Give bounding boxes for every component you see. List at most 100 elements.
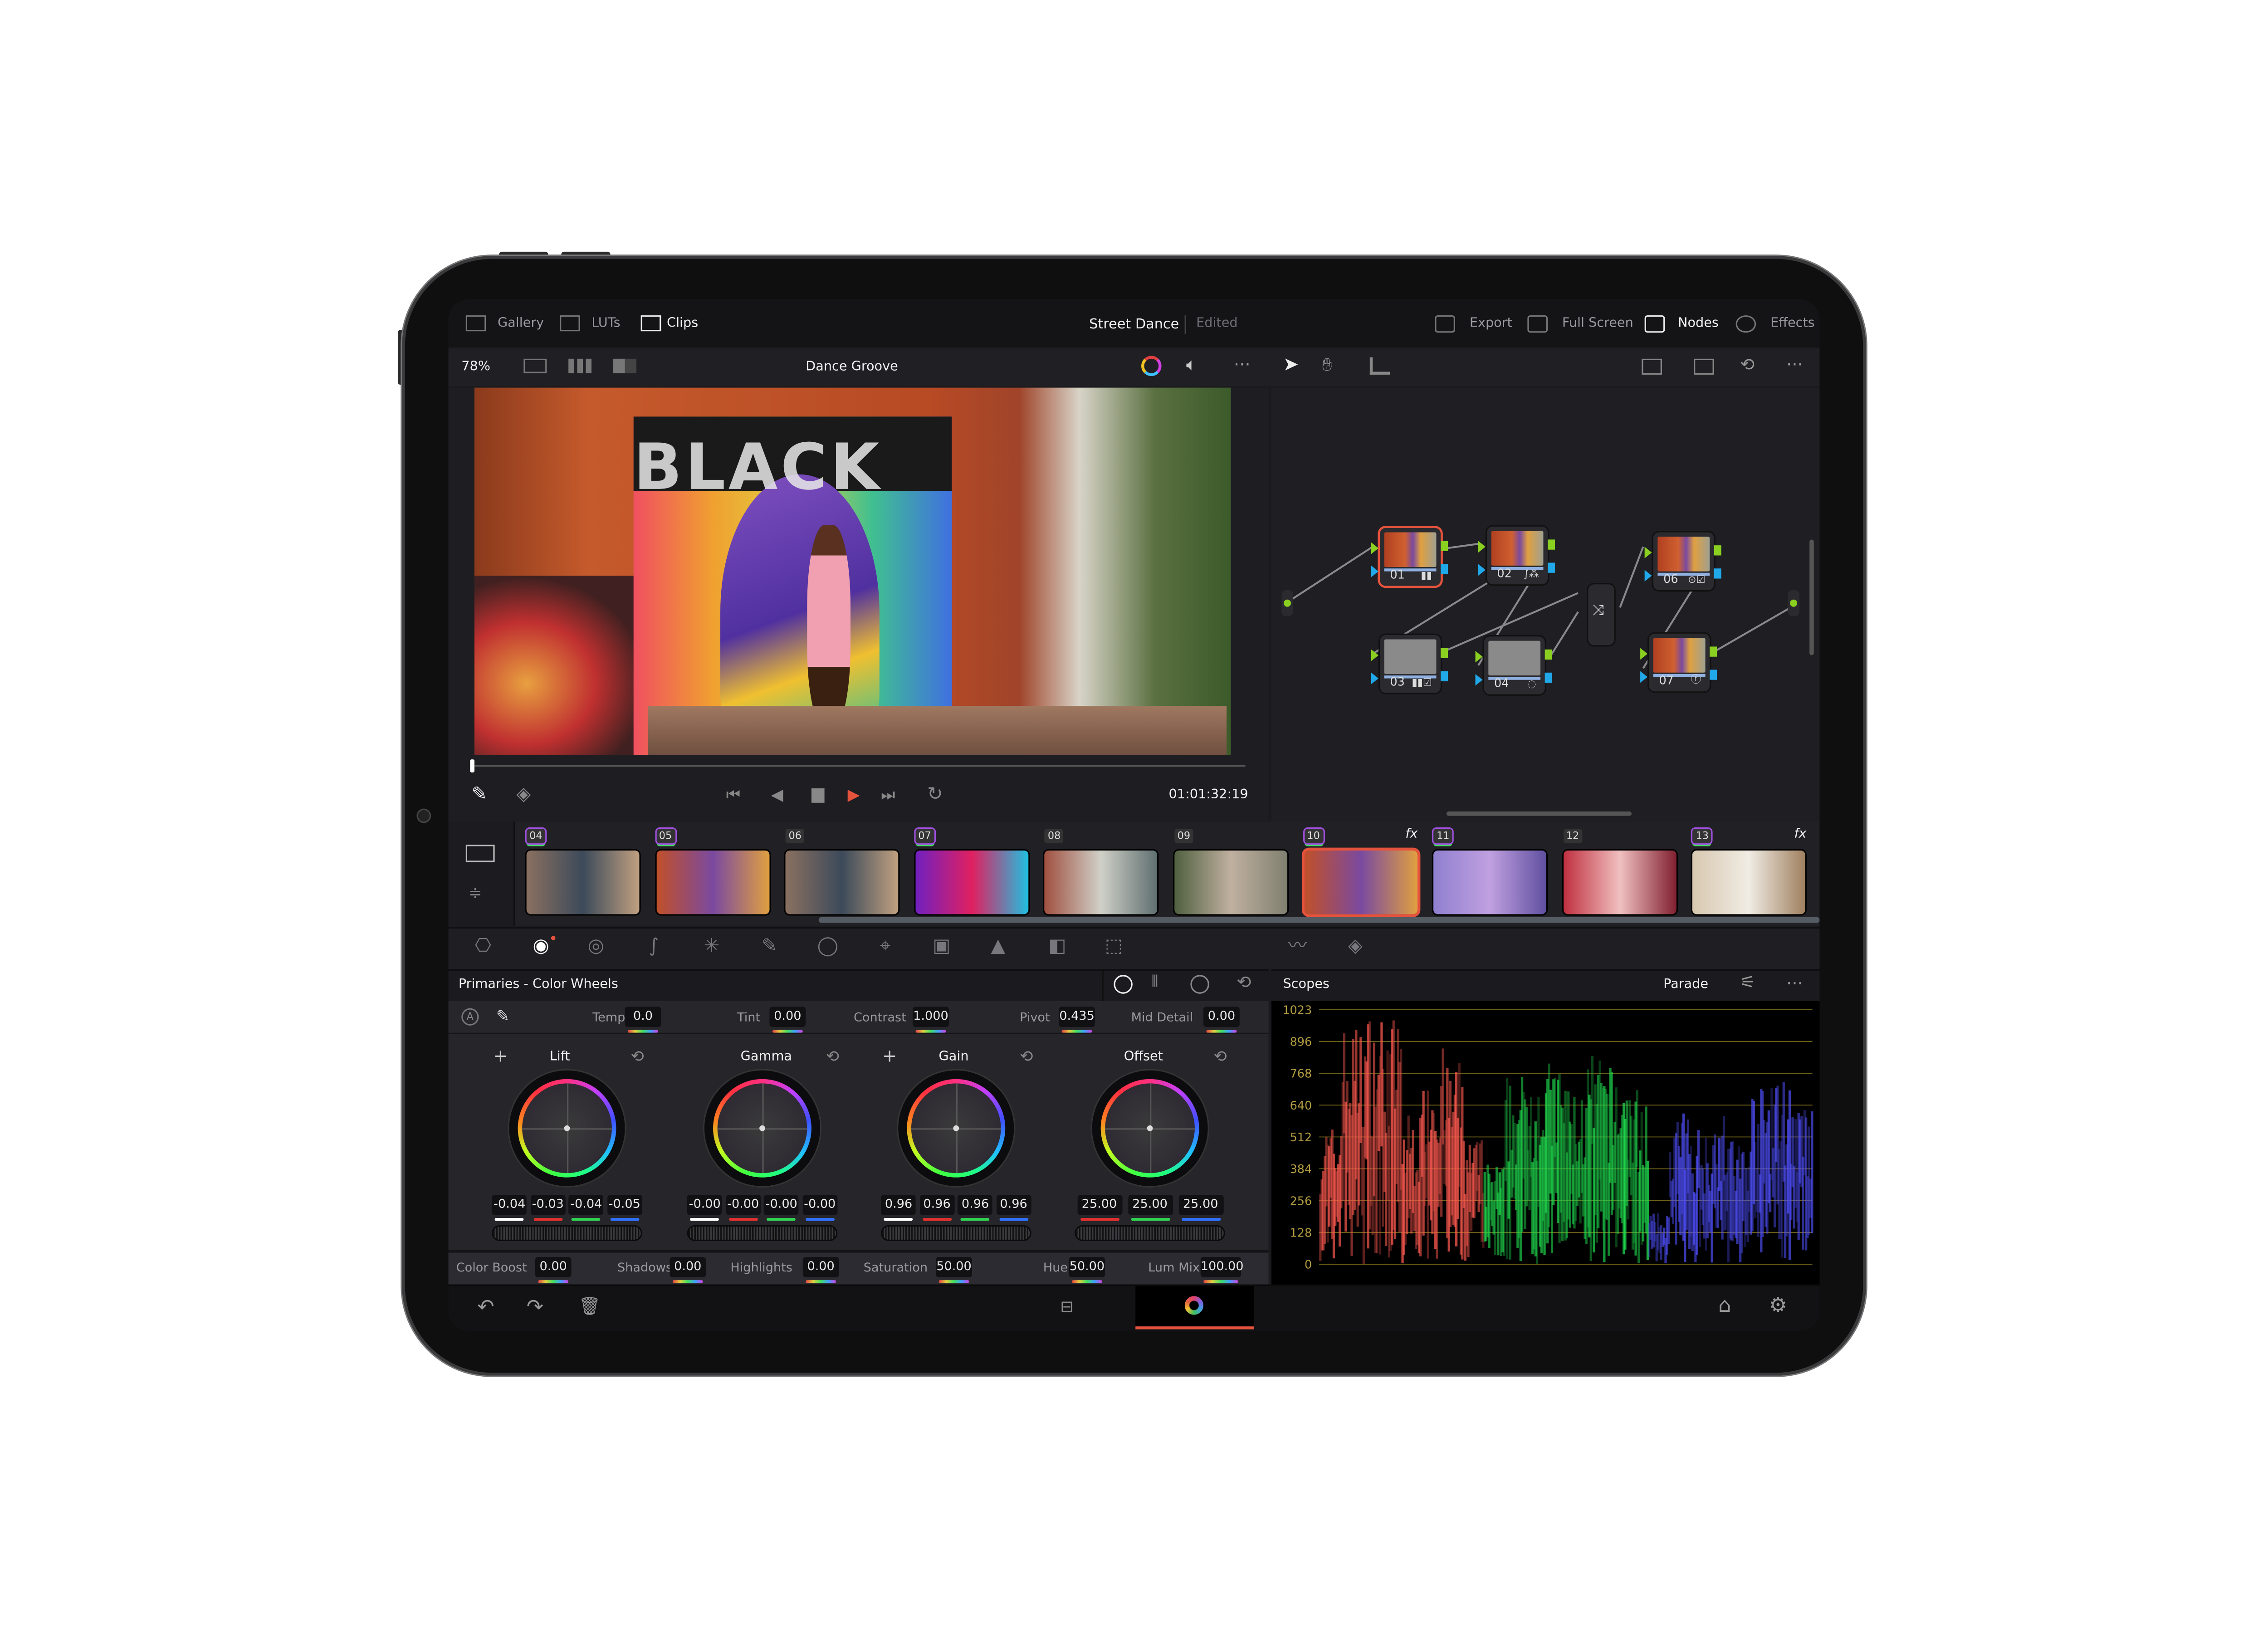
wipe-view-icon[interactable]	[613, 358, 637, 373]
wheel-value-field[interactable]: 0.96	[881, 1194, 916, 1221]
window-icon[interactable]: ◯	[817, 937, 838, 956]
wheel-value-field[interactable]: 25.00	[1127, 1194, 1173, 1221]
temp-field[interactable]: 0.0	[625, 1007, 661, 1033]
param-slider[interactable]	[538, 1280, 569, 1283]
tracker-icon[interactable]: ⌖	[875, 937, 895, 956]
wheel-value-field[interactable]: -0.00	[802, 1194, 837, 1221]
pointer-icon[interactable]: ➤	[1283, 356, 1299, 374]
param-slider[interactable]	[672, 1280, 703, 1283]
contrast-field[interactable]: 1.000	[913, 1007, 949, 1033]
keyframes-icon[interactable]: ◈	[1345, 937, 1366, 956]
gamma-master-jog[interactable]	[688, 1227, 836, 1240]
video-frame[interactable]: BLACK	[474, 387, 1231, 755]
scope-mode-dropdown[interactable]: Parade	[1663, 978, 1708, 993]
clip-thumbnail[interactable]	[1563, 851, 1677, 914]
scrubber-track[interactable]	[474, 765, 1246, 767]
wheel-value-field[interactable]: -0.04	[568, 1194, 604, 1221]
blur-icon[interactable]: ▲	[988, 937, 1008, 956]
zoom-fit-icon[interactable]	[1694, 358, 1714, 375]
key-icon[interactable]: ◧	[1047, 937, 1068, 956]
reset-wheel-icon[interactable]: ⟲	[1213, 1049, 1227, 1065]
skip-start-icon[interactable]: ⏮	[726, 787, 741, 803]
color-wheels-mode-icon[interactable]	[1114, 975, 1133, 994]
crosshair-picker-icon[interactable]: +	[882, 1047, 897, 1065]
wheel-value-field[interactable]: 0.96	[919, 1194, 954, 1221]
wheel-value-field[interactable]: -0.03	[530, 1194, 566, 1221]
wheel-value-field[interactable]: 0.96	[996, 1194, 1031, 1221]
color-wheels-icon[interactable]: ◉	[531, 937, 551, 956]
lum-mix-field[interactable]: 100.00	[1200, 1257, 1244, 1283]
loop-icon[interactable]: ↻	[927, 786, 943, 804]
wheel-value-field[interactable]: -0.05	[607, 1194, 642, 1221]
single-view-icon[interactable]	[523, 358, 547, 373]
offset-master-jog[interactable]	[1076, 1227, 1224, 1240]
node-06[interactable]: 06 ⊙☑	[1644, 532, 1721, 591]
reset-wheel-icon[interactable]: ⟲	[1020, 1049, 1033, 1065]
clip-thumbnail[interactable]	[786, 851, 899, 914]
wheel-value-field[interactable]: 0.96	[958, 1194, 993, 1221]
hue-field[interactable]: 50.00	[1069, 1257, 1105, 1283]
node-03[interactable]: 03 ▮▮☑	[1371, 635, 1448, 693]
picker-icon[interactable]: ✎	[496, 1008, 509, 1024]
wheel-value-field[interactable]: -0.00	[725, 1194, 761, 1221]
wheel-value-field[interactable]: -0.00	[764, 1194, 799, 1221]
saturation-field[interactable]: 50.00	[936, 1257, 972, 1283]
wheel-value-field[interactable]: 25.00	[1178, 1194, 1223, 1221]
crosshair-picker-icon[interactable]: +	[493, 1047, 508, 1065]
tint-field[interactable]: 0.00	[769, 1007, 806, 1033]
gain-wheel[interactable]	[898, 1070, 1014, 1186]
clip-thumbnail[interactable]	[915, 851, 1028, 914]
clip-thumbnail[interactable]	[526, 851, 640, 914]
clip-thumbnail[interactable]	[1045, 851, 1158, 914]
play-icon[interactable]: ▶	[848, 787, 860, 803]
redo-icon[interactable]: ↷	[527, 1297, 543, 1318]
reset-all-icon[interactable]: ⟲	[1237, 973, 1251, 991]
more-icon[interactable]: ···	[1786, 356, 1803, 373]
edit-page-icon[interactable]: ⊟	[1060, 1299, 1073, 1315]
hdr-wheels-icon[interactable]: ◎	[586, 937, 606, 956]
node-link-icon[interactable]	[1369, 357, 1390, 375]
clip-thumbnail[interactable]	[1304, 851, 1417, 914]
curves-icon[interactable]: ∫	[644, 937, 664, 956]
clip-thumbnail[interactable]	[1433, 851, 1547, 914]
eyedropper-icon[interactable]: ✎	[472, 786, 488, 804]
shadows-field[interactable]: 0.00	[670, 1257, 706, 1283]
highlights-field[interactable]: 0.00	[802, 1257, 839, 1283]
node-07[interactable]: 07 ⓕ	[1640, 633, 1717, 692]
reset-wheel-icon[interactable]: ⟲	[826, 1049, 839, 1065]
node-image-icon[interactable]	[1642, 358, 1662, 375]
zoom-level[interactable]: 78%	[461, 361, 490, 375]
camera-raw-icon[interactable]: ⎔	[473, 937, 494, 956]
node-04[interactable]: 04 ◌	[1475, 636, 1552, 694]
pivot-field[interactable]: 0.435	[1059, 1007, 1095, 1033]
gain-master-jog[interactable]	[882, 1227, 1030, 1240]
settings-icon[interactable]: ⚙︎	[1769, 1296, 1787, 1316]
scopes-toggle-icon[interactable]: 〰	[1287, 937, 1308, 956]
node-01[interactable]: 01 ▮▮	[1371, 528, 1448, 586]
sort-icon[interactable]: ≑	[469, 885, 482, 901]
color-boost-field[interactable]: 0.00	[535, 1257, 572, 1283]
layers-icon[interactable]: ◈	[516, 786, 531, 804]
trash-icon[interactable]: 🗑︎	[579, 1297, 601, 1315]
undo-icon[interactable]: ↶	[477, 1297, 494, 1318]
scope-settings-icon[interactable]: ⚟	[1740, 973, 1755, 991]
clips-view-icon[interactable]	[465, 845, 495, 862]
clip-thumbnail[interactable]	[1693, 851, 1806, 914]
wheel-value-field[interactable]: -0.04	[492, 1194, 527, 1221]
more-icon[interactable]: ···	[1786, 975, 1803, 992]
wheel-handle[interactable]	[759, 1125, 765, 1131]
color-picker-icon[interactable]	[1141, 356, 1162, 376]
wheel-value-field[interactable]: -0.00	[687, 1194, 723, 1221]
hand-icon[interactable]: ✋︎	[1322, 356, 1332, 373]
more-icon[interactable]: ···	[1234, 356, 1251, 373]
wheel-handle[interactable]	[564, 1125, 570, 1131]
node-02[interactable]: 02 ∫⁂	[1478, 526, 1555, 585]
reset-icon[interactable]: ⟲	[1740, 356, 1755, 373]
log-wheels-icon[interactable]	[1190, 975, 1209, 994]
mixer-node[interactable]: ⤨	[1588, 584, 1614, 645]
wheel-handle[interactable]	[1147, 1125, 1153, 1131]
primaries-bars-icon[interactable]: ⦀	[1151, 973, 1158, 989]
clip-thumbnail[interactable]	[656, 851, 769, 914]
clip-name[interactable]: Dance Groove	[806, 361, 898, 375]
split-view-icon[interactable]	[568, 358, 592, 373]
